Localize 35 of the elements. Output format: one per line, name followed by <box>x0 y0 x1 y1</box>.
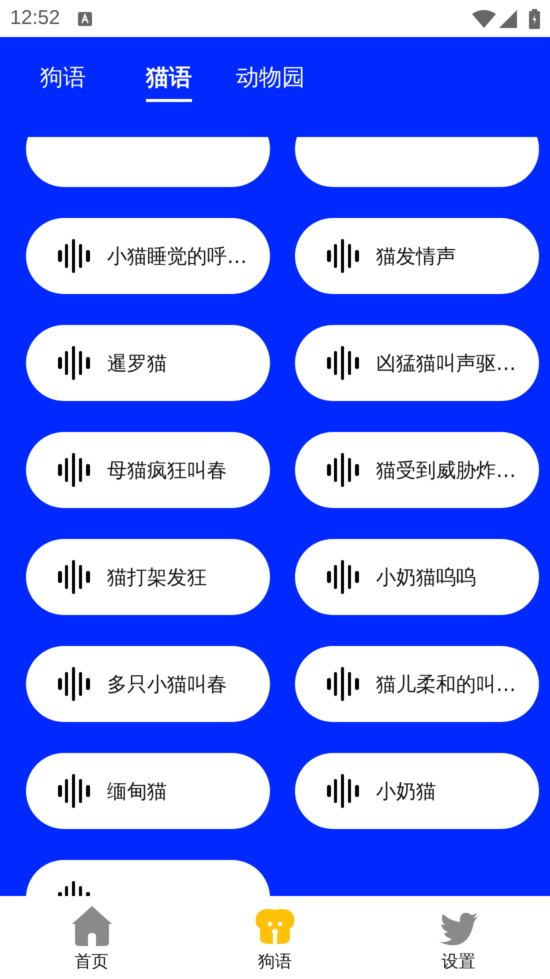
status-time: 12:52 <box>10 7 60 30</box>
sound-wave-icon <box>58 774 90 808</box>
sound-wave-icon <box>58 239 90 273</box>
sound-button[interactable]: 猫发情声 <box>295 218 539 294</box>
sound-button[interactable]: 暹罗猫 <box>26 325 270 401</box>
sound-button[interactable]: 猫打架发狂 <box>26 539 270 615</box>
sound-wave-icon <box>327 774 359 808</box>
sound-button[interactable]: 小奶猫呜呜 <box>295 539 539 615</box>
sound-button[interactable]: 凶猛猫叫声驱… <box>295 325 539 401</box>
sound-button[interactable]: 缅甸猫 <box>26 753 270 829</box>
sound-button[interactable]: 猫受到威胁炸… <box>295 432 539 508</box>
signal-icon <box>499 10 517 28</box>
sound-button[interactable]: 小猫睡觉的呼… <box>26 218 270 294</box>
nav-tab[interactable]: 首页 <box>0 896 183 979</box>
sound-wave-icon <box>327 453 359 487</box>
notification-icon <box>78 12 92 26</box>
sound-wave-icon <box>327 560 359 594</box>
sound-button[interactable]: 猫儿柔和的叫… <box>295 646 539 722</box>
sound-wave-icon <box>58 667 90 701</box>
sound-wave-icon <box>58 453 90 487</box>
nav-tab[interactable]: 设置 <box>366 896 550 979</box>
wifi-icon <box>472 10 496 28</box>
battery-icon <box>529 8 540 28</box>
nav-tab[interactable]: 狗语 <box>183 896 366 979</box>
sound-wave-icon <box>327 667 359 701</box>
sound-wave-icon <box>58 560 90 594</box>
category-tab[interactable]: 猫语 <box>146 61 192 102</box>
sound-wave-icon <box>327 239 359 273</box>
sound-wave-icon <box>327 346 359 380</box>
category-tab[interactable]: 动物园 <box>236 61 305 102</box>
sound-wave-icon <box>58 346 90 380</box>
category-tab[interactable]: 狗语 <box>40 61 86 102</box>
sound-button[interactable]: 母猫疯狂叫春 <box>26 432 270 508</box>
sound-button[interactable]: 小奶猫 <box>295 753 539 829</box>
sound-button[interactable]: 多只小猫叫春 <box>26 646 270 722</box>
